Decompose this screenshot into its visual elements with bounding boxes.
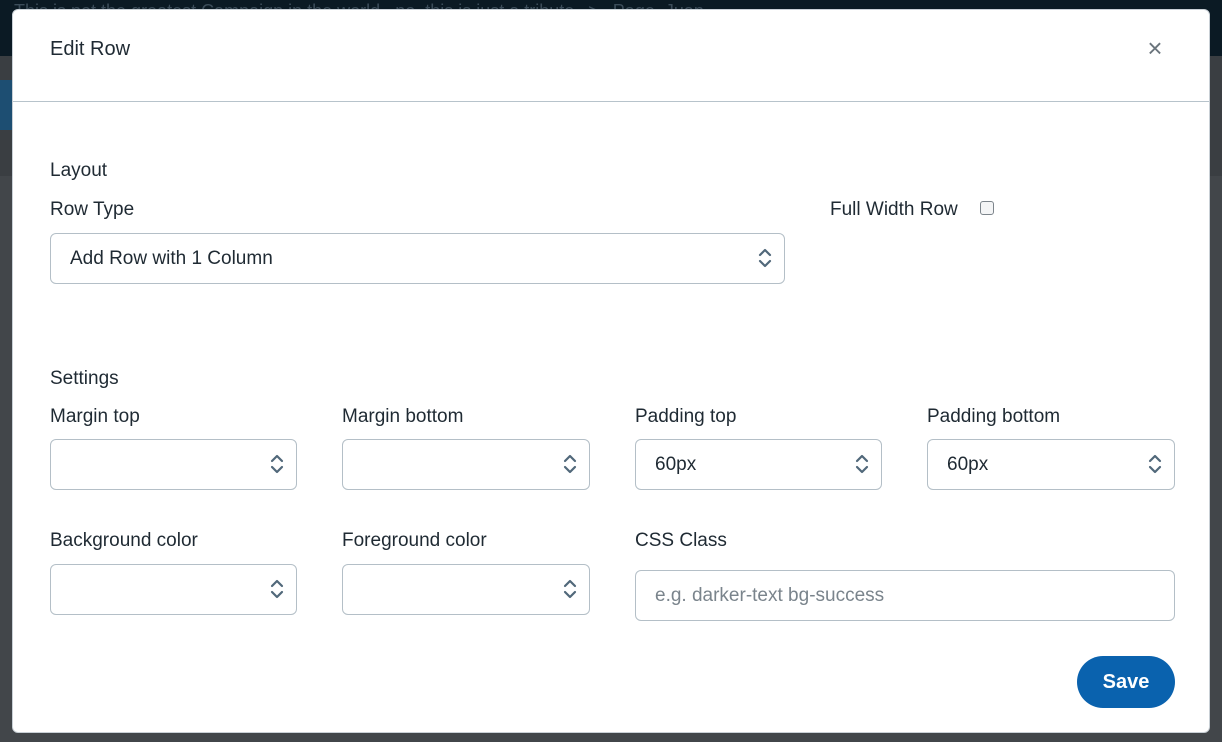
padding-top-label: Padding top [635,406,737,427]
select-caret-icon [855,454,869,474]
full-width-row-label: Full Width Row [830,199,958,220]
layout-section-label: Layout [50,160,108,181]
css-class-placeholder: e.g. darker-text bg-success [655,585,885,606]
select-caret-icon [270,579,284,599]
foreground-color-select[interactable] [342,564,590,615]
row-type-label: Row Type [50,199,135,220]
select-caret-icon [758,248,772,268]
padding-top-value: 60px [655,454,697,475]
select-caret-icon [270,454,284,474]
padding-top-select[interactable]: 60px [635,439,882,490]
padding-bottom-select[interactable]: 60px [927,439,1175,490]
select-caret-icon [563,579,577,599]
row-type-value: Add Row with 1 Column [70,248,273,269]
full-width-row-checkbox[interactable] [980,201,994,215]
select-caret-icon [1148,454,1162,474]
padding-bottom-value: 60px [947,454,989,475]
save-button[interactable]: Save [1077,656,1175,708]
margin-bottom-select[interactable] [342,439,590,490]
select-caret-icon [563,454,577,474]
modal-header: Edit Row × [13,10,1209,102]
margin-bottom-label: Margin bottom [342,406,464,427]
background-color-label: Background color [50,530,198,551]
modal-title: Edit Row [50,38,131,60]
css-class-label: CSS Class [635,530,727,551]
settings-section-label: Settings [50,368,119,389]
close-icon[interactable]: × [1143,34,1167,62]
edit-row-modal: Edit Row × Layout Row Type Add Row with … [12,9,1210,733]
margin-top-label: Margin top [50,406,140,427]
padding-bottom-label: Padding bottom [927,406,1061,427]
css-class-input[interactable]: e.g. darker-text bg-success [635,570,1175,621]
foreground-color-label: Foreground color [342,530,487,551]
background-color-select[interactable] [50,564,297,615]
margin-top-select[interactable] [50,439,297,490]
row-type-select[interactable]: Add Row with 1 Column [50,233,785,284]
